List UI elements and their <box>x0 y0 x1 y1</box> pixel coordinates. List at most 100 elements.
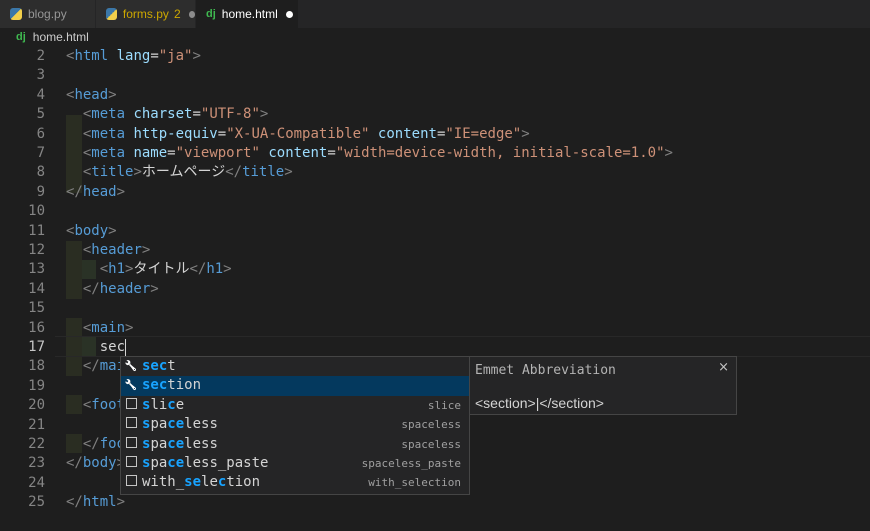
suggestion-detail: spaceless_paste <box>361 456 461 470</box>
details-preview: <section>|</section> <box>475 395 604 411</box>
suggestion-detail: spaceless <box>401 437 461 451</box>
line-number: 20 <box>28 397 45 414</box>
code-text: <h1>タイトル</h1> <box>99 261 232 278</box>
line-number: 15 <box>28 300 45 317</box>
code-line[interactable]: 12 <header> <box>0 241 870 260</box>
line-number: 17 <box>28 339 45 355</box>
code-text: <header> <box>82 242 151 258</box>
code-text: <body> <box>66 222 117 239</box>
close-icon[interactable]: × <box>718 360 729 375</box>
code-line[interactable]: 17 sec <box>0 338 870 357</box>
line-number: 9 <box>36 183 45 200</box>
code-line[interactable]: 8 <title>ホームページ</title> <box>0 163 870 182</box>
line-number: 8 <box>36 164 45 181</box>
code-text: </body> <box>66 455 125 472</box>
line-number: 11 <box>28 222 45 239</box>
line-number: 2 <box>36 48 45 64</box>
suggestion-label: spaceless <box>142 435 218 452</box>
suggestion-label: with_selection <box>142 474 261 491</box>
text-cursor <box>125 338 127 356</box>
suggestion-detail: slice <box>427 398 461 412</box>
code-text: <meta http-equiv="X-UA-Compatible" conte… <box>82 125 530 142</box>
unsaved-dot-icon[interactable] <box>285 10 293 18</box>
suggestion-label: spaceless <box>142 416 218 433</box>
tab-label: blog.py <box>28 7 67 21</box>
suggestion-label: section <box>142 377 202 394</box>
suggest-widget: 🔧 sect 🔧 section slice slice spaceless spaceles… <box>120 356 470 495</box>
code-text: </head> <box>66 183 126 200</box>
line-number: 13 <box>28 261 45 278</box>
code-text: </foo <box>82 436 126 452</box>
code-text: </header> <box>82 280 159 297</box>
tab-label: home.html <box>221 7 278 21</box>
suggestion-detail: with_selection <box>368 476 461 490</box>
tab-bar: blog.py forms.py 2 dj home.html <box>0 0 870 28</box>
line-number: 24 <box>28 474 45 491</box>
tab-home-html[interactable]: dj home.html <box>196 0 298 28</box>
code-text: <html lang="ja"> <box>66 48 201 64</box>
suggestion-label: sect <box>142 358 176 374</box>
line-number: 7 <box>36 145 45 161</box>
suggestion-item[interactable]: spaceless_paste spaceless_paste <box>121 454 469 473</box>
tab-blog-py[interactable]: blog.py <box>0 0 95 28</box>
django-icon: dj <box>16 31 26 43</box>
snippet-icon <box>123 473 139 492</box>
code-line[interactable]: 6 <meta http-equiv="X-UA-Compatible" con… <box>0 125 870 144</box>
python-icon <box>10 8 22 20</box>
code-line[interactable]: 16 <main> <box>0 319 870 338</box>
suggestion-item[interactable]: spaceless spaceless <box>121 435 469 454</box>
problem-count-badge: 2 <box>173 7 181 21</box>
suggestion-detail: spaceless <box>401 418 461 432</box>
suggest-details-panel: Emmet Abbreviation × <section>|</section… <box>469 356 737 415</box>
line-number: 6 <box>36 125 45 142</box>
django-icon: dj <box>206 8 216 20</box>
code-text: <main> <box>82 319 134 336</box>
suggestion-item[interactable]: 🔧 section <box>121 376 469 396</box>
line-number: 3 <box>36 67 45 84</box>
line-number: 14 <box>28 280 45 297</box>
suggestion-item[interactable]: slice slice <box>121 396 469 415</box>
suggestion-item[interactable]: 🔧 sect <box>121 357 469 376</box>
code-line[interactable]: 15 <box>0 299 870 318</box>
line-number: 23 <box>28 455 45 472</box>
code-line[interactable]: 14 </header> <box>0 280 870 299</box>
breadcrumb-file[interactable]: home.html <box>33 30 89 44</box>
code-line[interactable]: 2 <html lang="ja"> <box>0 47 870 66</box>
line-number: 21 <box>28 416 45 433</box>
code-line[interactable]: 25 </html> <box>0 493 870 512</box>
code-text: <foot <box>82 397 126 414</box>
line-number: 12 <box>28 242 45 258</box>
wrench-icon: 🔧 <box>124 380 138 392</box>
suggestion-item[interactable]: with_selection with_selection <box>121 473 469 492</box>
details-title: Emmet Abbreviation <box>475 363 616 378</box>
code-line[interactable]: 7 <meta name="viewport" content="width=d… <box>0 144 870 163</box>
line-number: 25 <box>28 494 45 511</box>
line-number: 5 <box>36 106 45 123</box>
code-text: </html> <box>66 494 126 511</box>
tab-forms-py[interactable]: forms.py 2 <box>96 0 195 28</box>
suggestion-item[interactable]: spaceless spaceless <box>121 415 469 434</box>
line-number: 16 <box>28 319 45 336</box>
python-icon <box>106 8 117 20</box>
tab-label: forms.py <box>122 7 169 21</box>
breadcrumb: dj home.html <box>0 28 870 46</box>
snippet-icon <box>123 435 139 454</box>
code-line[interactable]: 10 <box>0 202 870 221</box>
line-number: 19 <box>28 377 45 394</box>
code-line[interactable]: 4 <head> <box>0 86 870 105</box>
code-line[interactable]: 9 </head> <box>0 183 870 202</box>
code-text: <meta charset="UTF-8"> <box>82 106 269 123</box>
code-line[interactable]: 11 <body> <box>0 222 870 241</box>
line-number: 4 <box>36 86 45 103</box>
code-line[interactable]: 3 <box>0 66 870 85</box>
line-number: 18 <box>28 358 45 375</box>
code-line[interactable]: 5 <meta charset="UTF-8"> <box>0 105 870 124</box>
suggestion-label: spaceless_paste <box>142 454 269 471</box>
unsaved-dot-icon[interactable] <box>188 10 195 18</box>
snippet-icon <box>123 415 139 434</box>
wrench-icon: 🔧 <box>124 361 138 372</box>
code-line[interactable]: 13 <h1>タイトル</h1> <box>0 260 870 279</box>
line-number: 10 <box>28 203 45 220</box>
code-text: <head> <box>66 86 117 103</box>
suggestion-label: slice <box>142 396 185 413</box>
